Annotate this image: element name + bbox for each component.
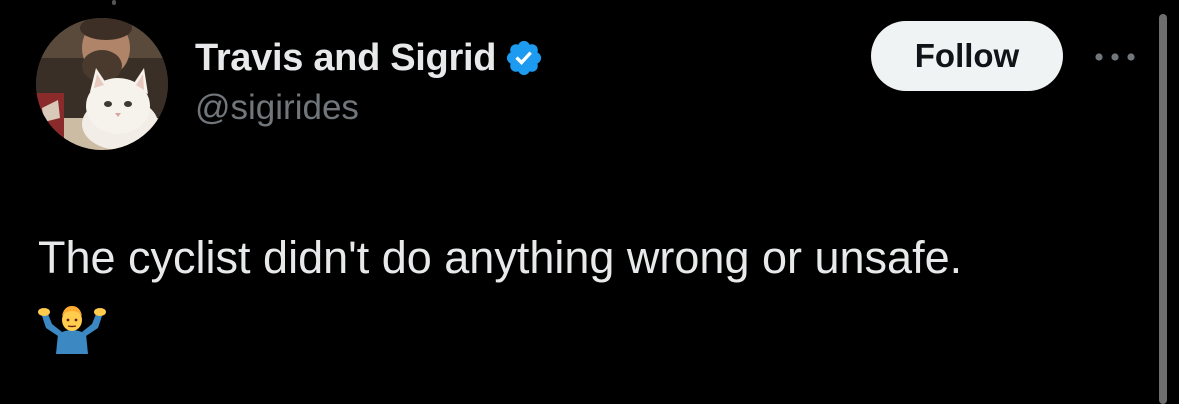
author-display-name[interactable]: Travis and Sigrid — [195, 37, 496, 80]
scrollbar[interactable] — [1159, 14, 1167, 404]
author-handle[interactable]: @sigirides — [195, 88, 359, 128]
scroll-indicator-tick — [112, 0, 116, 5]
avatar[interactable] — [36, 18, 168, 150]
follow-button[interactable]: Follow — [871, 21, 1063, 91]
shrug-emoji — [38, 300, 106, 354]
author-name-row: Travis and Sigrid — [195, 32, 544, 84]
more-horizontal-icon[interactable] — [1090, 40, 1140, 74]
tweet-text: The cyclist didn't do anything wrong or … — [38, 232, 963, 283]
avatar-image — [36, 18, 168, 150]
verified-badge-icon[interactable] — [504, 38, 544, 78]
